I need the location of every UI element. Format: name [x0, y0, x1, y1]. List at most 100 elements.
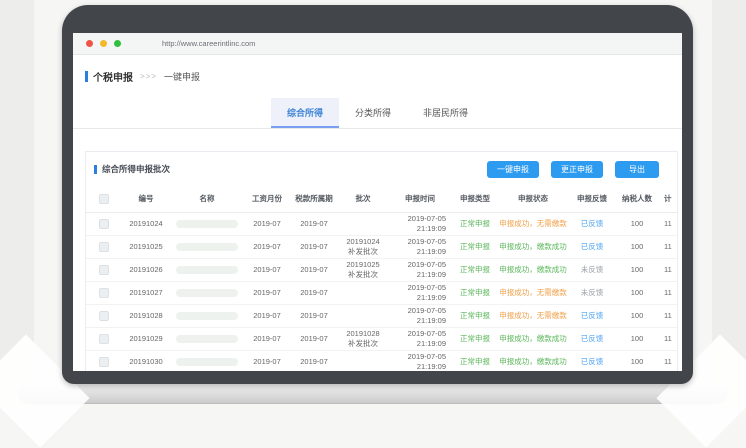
cell-salary-month: 2019-07 — [244, 258, 290, 281]
row-checkbox[interactable] — [99, 265, 109, 275]
zoom-window-icon[interactable] — [114, 40, 121, 47]
cell-id: 20191029 — [122, 327, 170, 350]
table-row: 20191025 2019-07 2019-07 20191024补发批次 20… — [86, 235, 677, 258]
cell-declare-status: 申报成功，无需缴款 — [498, 212, 568, 235]
one-click-declare-button[interactable]: 一键申报 — [487, 161, 539, 178]
correction-declare-button[interactable]: 更正申报 — [551, 161, 603, 178]
cell-name-redacted — [170, 281, 244, 304]
panel-title: 综合所得申报批次 — [102, 163, 170, 175]
cell-id: 20191026 — [122, 258, 170, 281]
cell-batch — [338, 281, 388, 304]
cell-truncated: 11 — [658, 327, 677, 350]
cell-tax-period: 2019-07 — [290, 258, 338, 281]
cell-truncated: 11 — [658, 235, 677, 258]
cell-declare-time: 2019-07-0521:19:09 — [388, 350, 452, 371]
cell-truncated: 11 — [658, 281, 677, 304]
table-row: 20191027 2019-07 2019-07 2019-07-0521:19… — [86, 281, 677, 304]
breadcrumb: 个税申报 >>> 一键申报 — [73, 55, 682, 84]
declaration-batch-panel: 综合所得申报批次 一键申报 更正申报 导出 — [85, 151, 678, 371]
cell-batch — [338, 212, 388, 235]
panel-title-accent-bar — [94, 165, 97, 174]
laptop-screen-frame: http://www.careerintlinc.com 个税申报 >>> 一键… — [62, 5, 693, 384]
cell-batch: 20191025补发批次 — [338, 258, 388, 281]
cell-declare-type: 正常申报 — [452, 258, 498, 281]
cell-declare-type: 正常申报 — [452, 327, 498, 350]
tab-comprehensive-income[interactable]: 综合所得 — [271, 98, 339, 128]
cell-declare-time: 2019-07-0521:19:09 — [388, 281, 452, 304]
laptop-base — [18, 384, 728, 403]
cell-feedback: 已反馈 — [568, 235, 616, 258]
breadcrumb-accent-bar — [85, 71, 88, 82]
batch-table-viewport: 编号 名称 工资月份 税款所属期 批次 申报时间 申报类型 申报状态 申报反馈 … — [86, 186, 677, 371]
col-tax-period: 税款所属期 — [290, 186, 338, 212]
cell-declare-type: 正常申报 — [452, 350, 498, 371]
cell-tax-period: 2019-07 — [290, 350, 338, 371]
cell-taxpayer-count: 100 — [616, 281, 658, 304]
name-placeholder-pill — [176, 266, 238, 274]
cell-feedback: 已反馈 — [568, 327, 616, 350]
cell-tax-period: 2019-07 — [290, 281, 338, 304]
cell-declare-status: 申报成功，缴款成功 — [498, 350, 568, 371]
tab-nonresident-income[interactable]: 非居民所得 — [407, 98, 484, 128]
page-content: 个税申报 >>> 一键申报 综合所得 分类所得 非居民所得 综合所得申报批次 一… — [73, 55, 682, 370]
table-row: 20191026 2019-07 2019-07 20191025补发批次 20… — [86, 258, 677, 281]
row-checkbox[interactable] — [99, 334, 109, 344]
cell-feedback: 未反馈 — [568, 281, 616, 304]
row-checkbox[interactable] — [99, 288, 109, 298]
cell-salary-month: 2019-07 — [244, 304, 290, 327]
name-placeholder-pill — [176, 243, 238, 251]
cell-name-redacted — [170, 350, 244, 371]
row-checkbox[interactable] — [99, 219, 109, 229]
cell-feedback: 已反馈 — [568, 350, 616, 371]
col-declare-type: 申报类型 — [452, 186, 498, 212]
col-feedback: 申报反馈 — [568, 186, 616, 212]
col-id: 编号 — [122, 186, 170, 212]
cell-feedback: 已反馈 — [568, 212, 616, 235]
table-row: 20191024 2019-07 2019-07 2019-07-0521:19… — [86, 212, 677, 235]
cell-declare-status: 申报成功，缴款成功 — [498, 327, 568, 350]
cell-batch: 20191024补发批次 — [338, 235, 388, 258]
cell-name-redacted — [170, 235, 244, 258]
cell-salary-month: 2019-07 — [244, 281, 290, 304]
address-bar-url: http://www.careerintlinc.com — [162, 39, 255, 48]
cell-truncated: 11 — [658, 258, 677, 281]
cell-name-redacted — [170, 327, 244, 350]
cell-truncated: 11 — [658, 350, 677, 371]
row-checkbox[interactable] — [99, 311, 109, 321]
cell-declare-status: 申报成功，缴款成功 — [498, 258, 568, 281]
table-row: 20191028 2019-07 2019-07 2019-07-0521:19… — [86, 304, 677, 327]
cell-taxpayer-count: 100 — [616, 235, 658, 258]
tab-classified-income[interactable]: 分类所得 — [339, 98, 407, 128]
cell-declare-time: 2019-07-0521:19:09 — [388, 327, 452, 350]
browser-chrome-bar: http://www.careerintlinc.com — [73, 33, 682, 55]
name-placeholder-pill — [176, 335, 238, 343]
col-truncated: 计 — [658, 186, 677, 212]
cell-declare-time: 2019-07-0521:19:09 — [388, 212, 452, 235]
cell-taxpayer-count: 100 — [616, 304, 658, 327]
cell-feedback: 已反馈 — [568, 304, 616, 327]
cell-name-redacted — [170, 212, 244, 235]
name-placeholder-pill — [176, 312, 238, 320]
breadcrumb-page: 一键申报 — [164, 70, 200, 83]
panel-title-wrap: 综合所得申报批次 — [94, 163, 475, 175]
cell-id: 20191027 — [122, 281, 170, 304]
cell-declare-type: 正常申报 — [452, 212, 498, 235]
export-button[interactable]: 导出 — [615, 161, 659, 178]
close-window-icon[interactable] — [86, 40, 93, 47]
cell-taxpayer-count: 100 — [616, 212, 658, 235]
cell-id: 20191030 — [122, 350, 170, 371]
cell-name-redacted — [170, 258, 244, 281]
cell-tax-period: 2019-07 — [290, 212, 338, 235]
table-row: 20191030 2019-07 2019-07 2019-07-0521:19… — [86, 350, 677, 371]
row-checkbox[interactable] — [99, 357, 109, 367]
cell-batch — [338, 350, 388, 371]
cell-batch — [338, 304, 388, 327]
cell-tax-period: 2019-07 — [290, 327, 338, 350]
cell-declare-time: 2019-07-0521:19:09 — [388, 235, 452, 258]
name-placeholder-pill — [176, 289, 238, 297]
row-checkbox[interactable] — [99, 242, 109, 252]
cell-declare-type: 正常申报 — [452, 281, 498, 304]
select-all-checkbox[interactable] — [99, 194, 109, 204]
minimize-window-icon[interactable] — [100, 40, 107, 47]
cell-declare-type: 正常申报 — [452, 304, 498, 327]
